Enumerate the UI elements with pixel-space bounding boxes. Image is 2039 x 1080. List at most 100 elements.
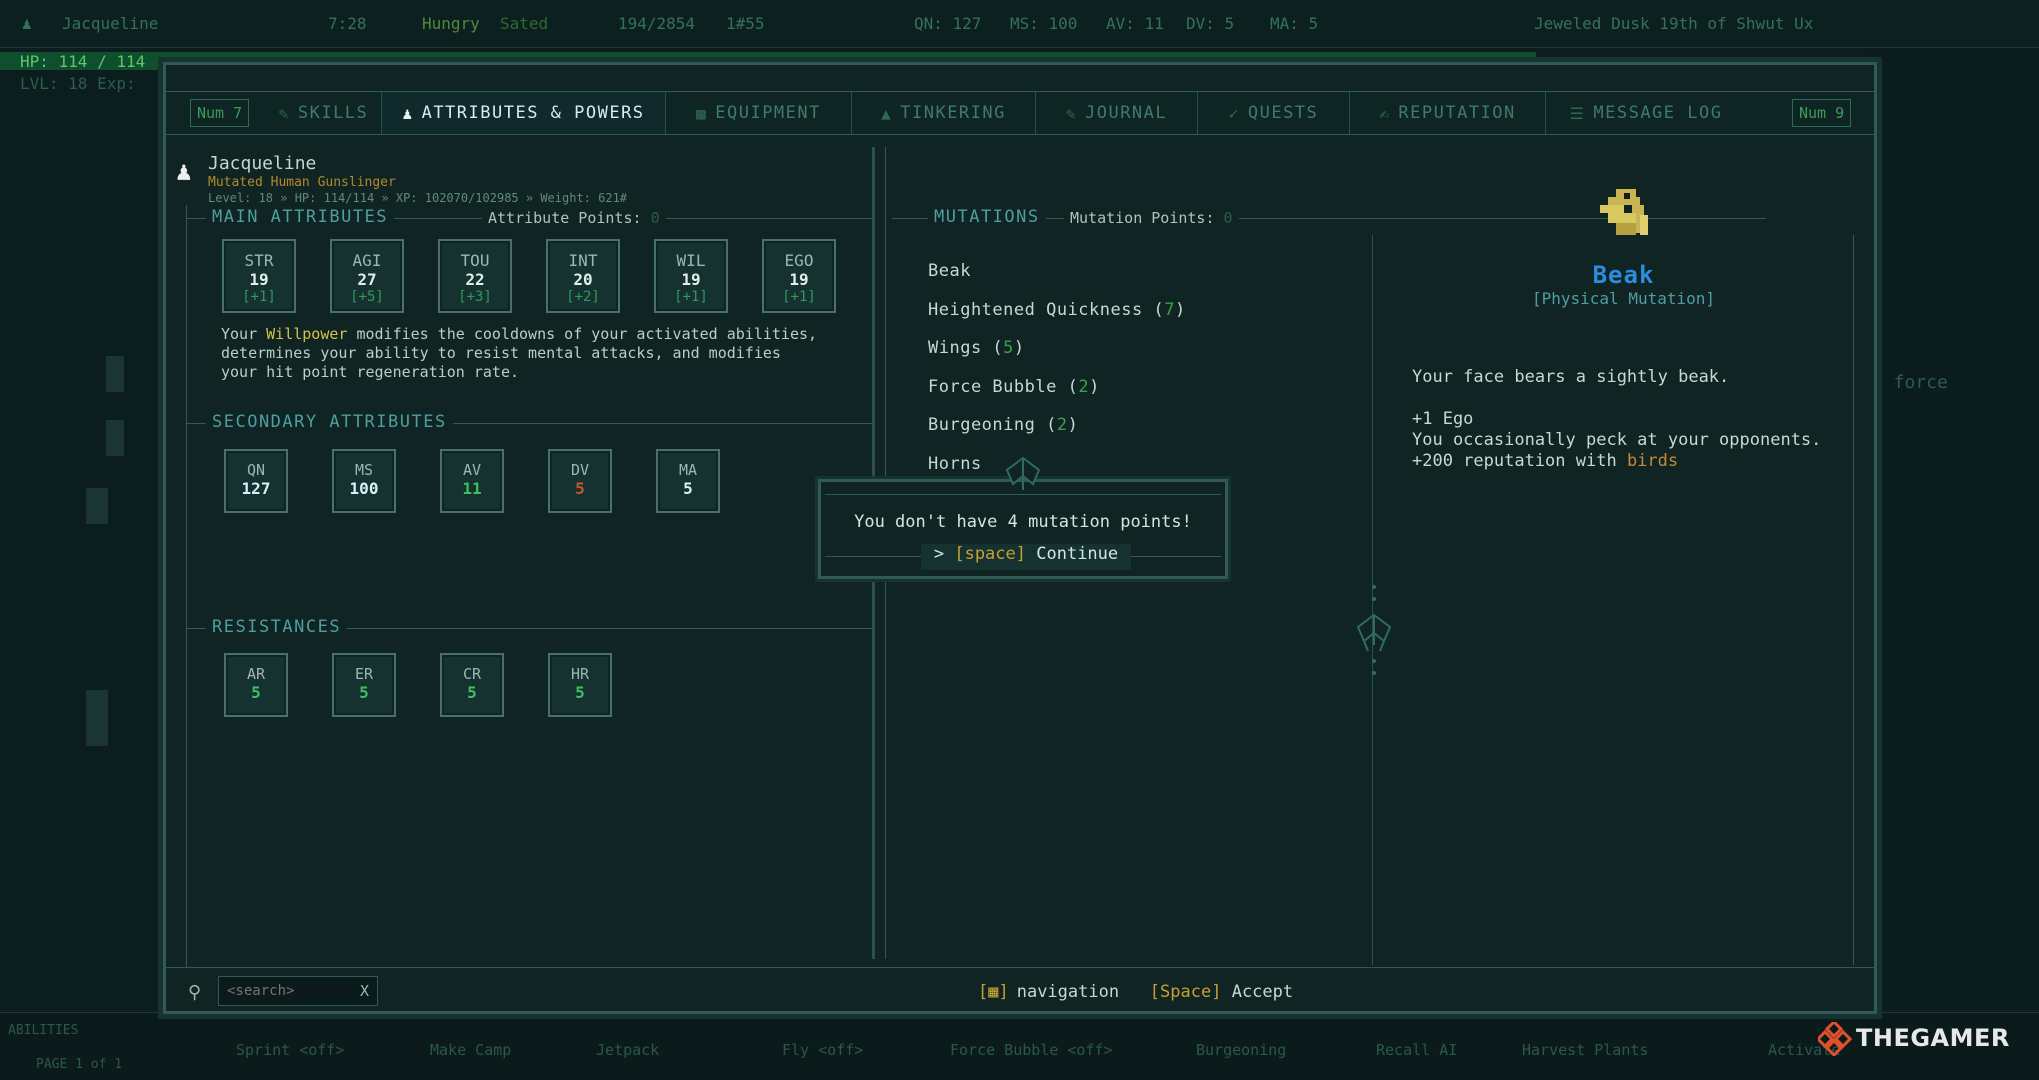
stat-label: MA (678, 461, 698, 479)
stat-agi[interactable]: AGI 27 [+5] (330, 239, 404, 313)
reputation-icon: ✍ (1379, 103, 1391, 123)
mutation-item-force-bubble[interactable]: Force Bubble (2) (928, 377, 1100, 397)
stat-label: AV (462, 461, 482, 479)
mutation-item-horns[interactable]: Horns (928, 454, 982, 474)
detail-effect-reputation: +200 reputation with birds (1412, 451, 1821, 472)
ability-hotbar: ABILITIES PAGE 1 of 1 Sprint <off> Make … (0, 1012, 2039, 1080)
stat-label: QN (246, 461, 266, 479)
mutation-name: Wings (928, 338, 982, 358)
stat-value: 5 (467, 683, 477, 702)
hotbar-ability[interactable]: Sprint <off> (236, 1041, 344, 1059)
stat-label: TOU (460, 251, 490, 270)
hud-time: 7:28 (328, 14, 367, 33)
tab-attributes-powers[interactable]: ♟ ATTRIBUTES & POWERS (382, 92, 666, 134)
mutation-points-label: Mutation Points: (1070, 209, 1215, 227)
stat-value: 11 (462, 479, 482, 498)
tab-label: JOURNAL (1084, 103, 1168, 123)
hud-ma: MA: 5 (1270, 14, 1319, 33)
tab-label: SKILLS (297, 103, 369, 123)
stat-bonus: [+1] (242, 289, 276, 305)
stat-int[interactable]: INT 20 [+2] (546, 239, 620, 313)
mutation-item-beak[interactable]: Beak (928, 261, 971, 281)
resist-ar[interactable]: AR 5 (224, 653, 288, 717)
hotbar-ability[interactable]: Harvest Plants (1522, 1041, 1648, 1059)
hud-hunger: Hungry (422, 14, 480, 33)
stat-av[interactable]: AV 11 (440, 449, 504, 513)
mutation-item-wings[interactable]: Wings (5) (928, 338, 1025, 358)
search-input[interactable] (218, 976, 378, 1006)
stat-bonus: [+2] (566, 289, 600, 305)
character-icon: ♟ (402, 103, 414, 123)
stat-wil[interactable]: WIL 19 [+1] (654, 239, 728, 313)
stat-ms[interactable]: MS 100 (332, 449, 396, 513)
tab-journal[interactable]: ✎ JOURNAL (1036, 92, 1198, 134)
mutation-name: Force Bubble (928, 377, 1057, 397)
background-message-text: a force (1872, 372, 1948, 393)
watermark-text: THEGAMER (1856, 1024, 2010, 1052)
detail-effect: +1 Ego (1412, 409, 1474, 429)
mutation-name: Beak (928, 261, 971, 281)
hotbar-ability[interactable]: Jetpack (596, 1041, 659, 1059)
continue-button[interactable]: > [space] Continue (921, 544, 1131, 570)
hotbar-ability[interactable]: Burgeoning (1196, 1041, 1286, 1059)
tinkering-icon: ▲ (881, 103, 893, 123)
hud-av: AV: 11 (1106, 14, 1164, 33)
background-structure (106, 420, 124, 456)
stat-dv[interactable]: DV 5 (548, 449, 612, 513)
mutation-name: Burgeoning (928, 415, 1036, 435)
tab-bar: Num 7 ✎ SKILLS ♟ ATTRIBUTES & POWERS ▩ E… (166, 91, 1874, 135)
stat-value: 19 (681, 270, 701, 289)
background-structure (86, 690, 108, 746)
next-tab-key[interactable]: Num 9 (1792, 99, 1852, 127)
stat-label: WIL (676, 251, 706, 270)
stat-ma[interactable]: MA 5 (656, 449, 720, 513)
navigation-keys-icon: [▦] (978, 982, 1009, 1002)
attribute-description: Your Willpower modifies the cooldowns of… (221, 325, 821, 382)
accept-key[interactable]: [Space] (1150, 982, 1222, 1002)
tab-message-log[interactable]: ☰ MESSAGE LOG (1546, 92, 1746, 134)
hud-weight: 194/2854 (618, 14, 696, 33)
mutation-level: 7 (1164, 300, 1175, 320)
stat-bonus: [+1] (674, 289, 708, 305)
hotbar-ability[interactable]: Recall AI (1376, 1041, 1457, 1059)
resist-er[interactable]: ER 5 (332, 653, 396, 717)
mutation-item-burgeoning[interactable]: Burgeoning (2) (928, 415, 1078, 435)
stat-bonus: [+5] (350, 289, 384, 305)
desc-text: Your (221, 325, 267, 343)
tab-equipment[interactable]: ▩ EQUIPMENT (666, 92, 852, 134)
stat-value: 100 (349, 479, 379, 498)
stat-label: EGO (784, 251, 814, 270)
stat-value: 19 (789, 270, 809, 289)
hotbar-ability[interactable]: Force Bubble <off> (950, 1041, 1113, 1059)
hotbar-ability[interactable]: Make Camp (430, 1041, 511, 1059)
tab-tinkering[interactable]: ▲ TINKERING (852, 92, 1036, 134)
stat-value: 22 (465, 270, 485, 289)
tab-quests[interactable]: ✓ QUESTS (1198, 92, 1350, 134)
stat-label: CR (462, 665, 482, 683)
character-sheet-panel: Num 7 ✎ SKILLS ♟ ATTRIBUTES & POWERS ▩ E… (163, 62, 1877, 1014)
resist-cr[interactable]: CR 5 (440, 653, 504, 717)
desc-highlight: Willpower (266, 325, 348, 343)
stat-qn[interactable]: QN 127 (224, 449, 288, 513)
accept-label: Accept (1231, 982, 1294, 1002)
stat-label: INT (568, 251, 598, 270)
attribute-points-label: Attribute Points: (488, 209, 642, 227)
journal-icon: ✎ (1065, 103, 1077, 123)
stat-label: MS (354, 461, 374, 479)
prev-tab-key[interactable]: Num 7 (190, 99, 250, 127)
stat-tou[interactable]: TOU 22 [+3] (438, 239, 512, 313)
mutation-item-heightened-quickness[interactable]: Heightened Quickness (7) (928, 300, 1186, 320)
tab-skills[interactable]: ✎ SKILLS (266, 92, 382, 134)
detail-description: Your face bears a sightly beak. (1412, 367, 1730, 387)
frame-line (186, 205, 187, 967)
reputation-faction: birds (1626, 451, 1679, 471)
resist-hr[interactable]: HR 5 (548, 653, 612, 717)
clear-search-button[interactable]: X (360, 982, 369, 1000)
tab-reputation[interactable]: ✍ REPUTATION (1350, 92, 1546, 134)
watermark: THEGAMER (1818, 1022, 2010, 1056)
stat-value: 19 (249, 270, 269, 289)
stat-str[interactable]: STR 19 [+1] (222, 239, 296, 313)
hotbar-ability[interactable]: Fly <off> (782, 1041, 863, 1059)
scroll-ornament-icon (1356, 585, 1392, 675)
stat-ego[interactable]: EGO 19 [+1] (762, 239, 836, 313)
